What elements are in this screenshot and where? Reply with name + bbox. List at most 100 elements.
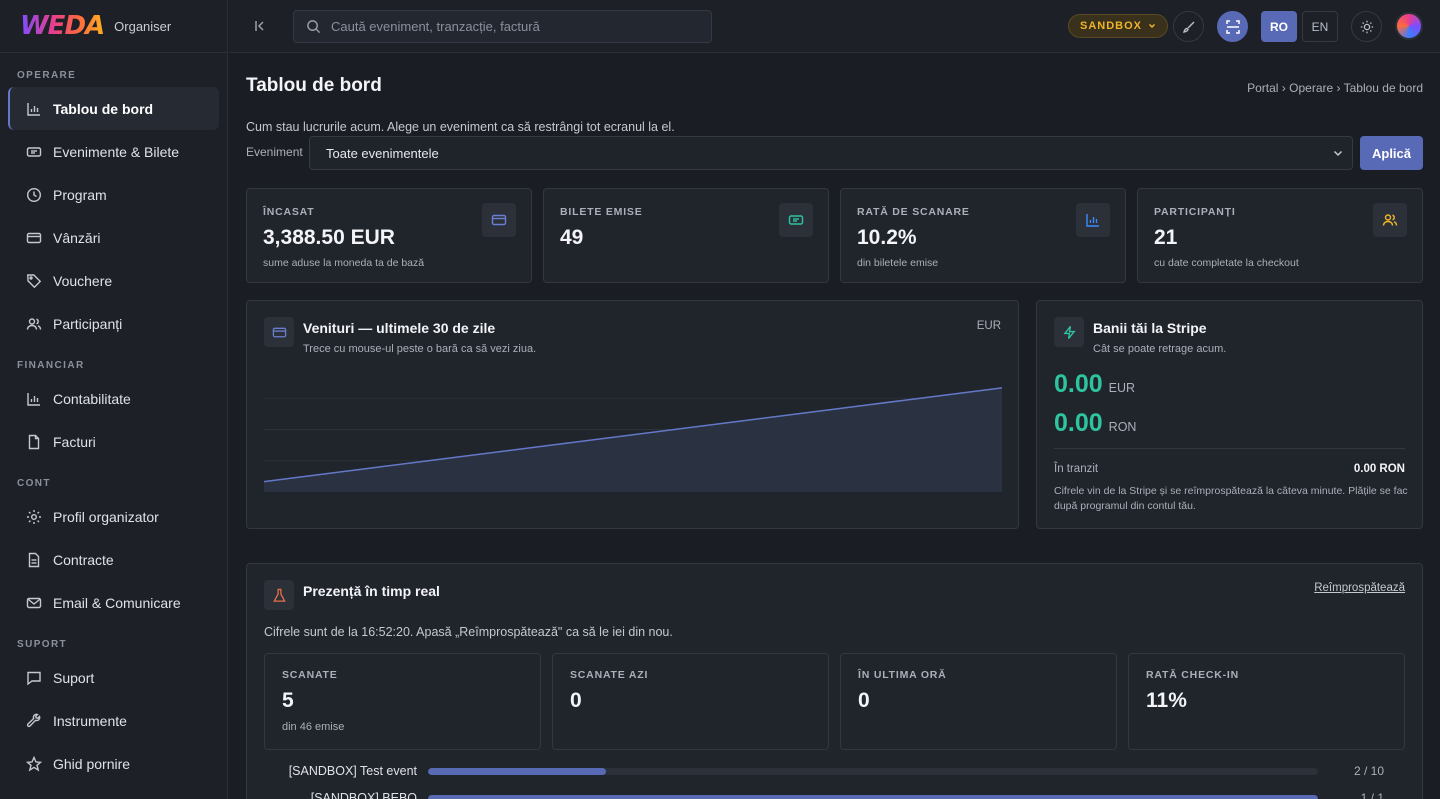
sidebar-item-participanți[interactable]: Participanți bbox=[8, 302, 219, 345]
sidebar-nav: OPERARE Tablou de bord Evenimente & Bilete… bbox=[0, 53, 227, 785]
kpi-value: 10.2% bbox=[857, 226, 917, 249]
users-icon bbox=[26, 316, 42, 332]
sidebar: WEDA Organiser OPERARE Tablou de bord Even… bbox=[0, 0, 228, 799]
ticket-icon bbox=[779, 203, 813, 237]
sidebar-item-label: Contabilitate bbox=[53, 390, 131, 407]
sidebar-item-label: Suport bbox=[53, 669, 95, 686]
revenue-chart[interactable] bbox=[264, 367, 1002, 492]
chevron-down-icon bbox=[1332, 147, 1344, 159]
kpi-label: BILETE EMISE bbox=[560, 206, 643, 218]
stripe-balance-ron: 0.00 RON bbox=[1054, 409, 1136, 438]
revenue-point[interactable] bbox=[406, 457, 418, 469]
sidebar-item-profil-organizator[interactable]: Profil organizator bbox=[8, 495, 219, 538]
sidebar-item-contabilitate[interactable]: Contabilitate bbox=[8, 377, 219, 420]
stripe-amount: 0.00 bbox=[1054, 409, 1103, 437]
breadcrumb[interactable]: Portal › Operare › Tablou de bord bbox=[1247, 81, 1423, 95]
clock-icon bbox=[26, 187, 42, 203]
sidebar-item-facturi[interactable]: Facturi bbox=[8, 420, 219, 463]
avatar[interactable] bbox=[1395, 12, 1423, 40]
wrench-icon bbox=[26, 713, 42, 729]
page-intro: Cum stau lucrurile acum. Alege un evenim… bbox=[246, 120, 675, 134]
sidebar-item-vânzări[interactable]: Vânzări bbox=[8, 216, 219, 259]
scan-button[interactable] bbox=[1217, 11, 1248, 42]
presence-stat-value: 0 bbox=[858, 689, 870, 712]
revenue-point[interactable] bbox=[652, 426, 664, 438]
presence-stat-subtext: din 46 emise bbox=[282, 721, 345, 733]
revenue-point[interactable] bbox=[504, 444, 516, 456]
revenue-point[interactable] bbox=[701, 419, 713, 431]
collapse-sidebar-icon[interactable] bbox=[251, 17, 269, 35]
checkin-progress-track bbox=[428, 767, 1318, 775]
presence-stat-label: RATĂ CHECK-IN bbox=[1146, 669, 1240, 681]
refresh-link[interactable]: Reîmprospătează bbox=[1314, 582, 1405, 594]
stripe-balance-eur: 0.00 EUR bbox=[1054, 370, 1135, 399]
lang-en-button[interactable]: EN bbox=[1302, 11, 1338, 42]
tag-icon bbox=[26, 273, 42, 289]
sidebar-item-program[interactable]: Program bbox=[8, 173, 219, 216]
page-title: Tablou de bord bbox=[246, 75, 382, 96]
event-checkin-row[interactable]: [SANDBOX] Test event 2 / 10 bbox=[264, 763, 1384, 779]
search-input[interactable] bbox=[331, 19, 691, 34]
presence-stat-value: 5 bbox=[282, 689, 294, 712]
users-icon bbox=[1373, 203, 1407, 237]
sidebar-item-label: Vouchere bbox=[53, 272, 113, 289]
event-select[interactable]: Toate evenimentele bbox=[309, 136, 1353, 170]
theme-toggle[interactable] bbox=[1351, 11, 1382, 42]
sidebar-item-label: Contracte bbox=[53, 551, 114, 568]
sidebar-item-tablou-de-bord[interactable]: Tablou de bord bbox=[8, 87, 219, 130]
chevron-down-icon bbox=[1148, 22, 1156, 30]
brush-button[interactable] bbox=[1173, 11, 1204, 42]
sidebar-item-evenimente-bilete[interactable]: Evenimente & Bilete bbox=[8, 130, 219, 173]
revenue-point[interactable] bbox=[455, 451, 467, 463]
star-icon bbox=[26, 755, 42, 772]
kpi-subtext: cu date completate la checkout bbox=[1154, 257, 1299, 269]
topbar: SANDBOX RO EN bbox=[229, 0, 1440, 53]
brand-subtitle: Organiser bbox=[114, 18, 172, 34]
stripe-amount: 0.00 bbox=[1054, 370, 1103, 398]
brush-icon bbox=[1182, 20, 1196, 34]
transit-value: 0.00 RON bbox=[1353, 463, 1405, 475]
credit-card-icon bbox=[264, 317, 294, 347]
kpi-subtext: din biletele emise bbox=[857, 257, 939, 269]
sidebar-item-email-comunicare[interactable]: Email & Comunicare bbox=[8, 581, 219, 624]
lightning-icon bbox=[1054, 317, 1084, 347]
bar-chart-icon bbox=[26, 101, 42, 117]
sidebar-item-vouchere[interactable]: Vouchere bbox=[8, 259, 219, 302]
kpi-value: 49 bbox=[560, 226, 584, 249]
weda-logo[interactable]: WEDA bbox=[20, 11, 105, 41]
revenue-point[interactable] bbox=[898, 394, 910, 406]
revenue-point[interactable] bbox=[553, 438, 565, 450]
revenue-point[interactable] bbox=[947, 388, 959, 400]
revenue-point[interactable] bbox=[848, 401, 860, 413]
revenue-title: Venituri — ultimele 30 de zile bbox=[303, 320, 496, 336]
kpi-card: PARTICIPANȚI 21 cu date completate la ch… bbox=[1137, 188, 1423, 283]
sidebar-item-instrumente[interactable]: Instrumente bbox=[8, 699, 219, 742]
sidebar-item-suport[interactable]: Suport bbox=[8, 656, 219, 699]
revenue-point[interactable] bbox=[307, 469, 319, 481]
revenue-point[interactable] bbox=[356, 463, 368, 475]
revenue-point[interactable] bbox=[750, 413, 762, 425]
lang-ro-button[interactable]: RO bbox=[1261, 11, 1297, 42]
sidebar-item-label: Email & Comunicare bbox=[53, 594, 181, 611]
stripe-currency: EUR bbox=[1108, 381, 1136, 395]
sidebar-item-ghid-pornire[interactable]: Ghid pornire bbox=[8, 742, 219, 785]
main-content: Tablou de bord Portal › Operare › Tablou… bbox=[229, 54, 1440, 799]
sun-icon bbox=[1360, 20, 1374, 34]
revenue-point[interactable] bbox=[799, 407, 811, 419]
sidebar-item-label: Program bbox=[53, 186, 107, 203]
search-box[interactable] bbox=[293, 10, 712, 43]
kpi-subtext: sume aduse la moneda ta de bază bbox=[263, 257, 425, 269]
brand: WEDA Organiser bbox=[0, 0, 227, 53]
credit-card-icon bbox=[26, 230, 42, 246]
event-checkin-row[interactable]: [SANDBOX] BEBO 1 / 1 bbox=[264, 790, 1384, 799]
revenue-point[interactable] bbox=[602, 432, 614, 444]
stripe-subtitle: Cât se poate retrage acum. bbox=[1093, 343, 1227, 355]
checkin-progress-fill bbox=[428, 794, 1318, 799]
sidebar-item-contracte[interactable]: Contracte bbox=[8, 538, 219, 581]
bar-chart-icon bbox=[1076, 203, 1110, 237]
presence-stat-card: ÎN ULTIMA ORĂ 0 bbox=[840, 653, 1117, 750]
apply-button[interactable]: Aplică bbox=[1360, 136, 1423, 170]
sidebar-item-label: Profil organizator bbox=[53, 508, 159, 525]
flask-icon bbox=[264, 580, 294, 610]
environment-badge[interactable]: SANDBOX bbox=[1068, 14, 1169, 38]
